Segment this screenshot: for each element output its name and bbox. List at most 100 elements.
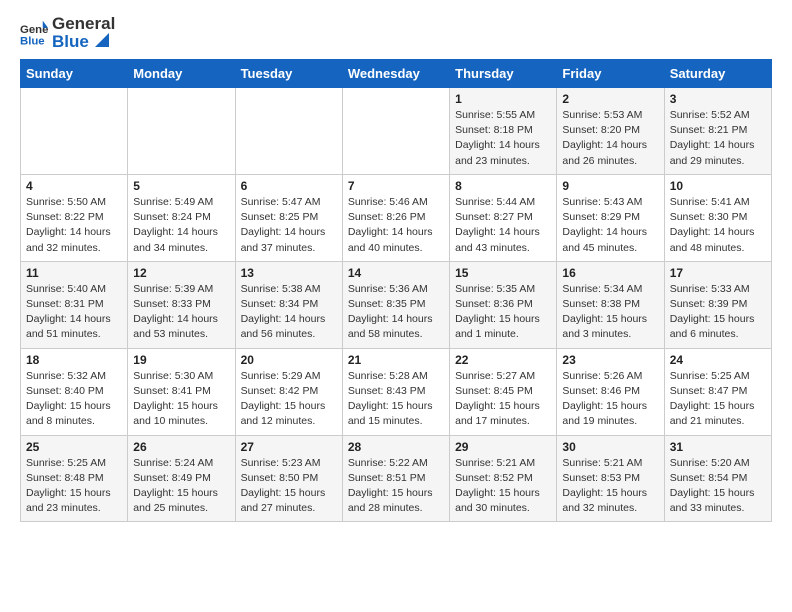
day-content: Sunrise: 5:55 AMSunset: 8:18 PMDaylight:… [455,108,551,169]
day-cell: 19 Sunrise: 5:30 AMSunset: 8:41 PMDayligh… [128,348,235,435]
week-row-1: 1 Sunrise: 5:55 AMSunset: 8:18 PMDaylight… [21,88,772,175]
day-cell: 27Sunrise: 5:23 AMSunset: 8:50 PMDayligh… [235,435,342,522]
day-number: 11 [26,266,122,280]
day-content: Sunrise: 5:43 AMSunset: 8:29 PMDaylight:… [562,195,658,256]
day-cell: 28 Sunrise: 5:22 AMSunset: 8:51 PMDayligh… [342,435,449,522]
day-number: 15 [455,266,551,280]
day-number: 21 [348,353,444,367]
day-content: Sunrise: 5:29 AMSunset: 8:42 PMDaylight:… [241,369,337,430]
day-content: Sunrise: 5:41 AMSunset: 8:30 PMDaylight:… [670,195,766,256]
day-content: Sunrise: 5:28 AMSunset: 8:43 PMDaylight:… [348,369,444,430]
day-cell: 18 Sunrise: 5:32 AMSunset: 8:40 PMDayligh… [21,348,128,435]
day-number: 1 [455,92,551,106]
day-content: Sunrise: 5:30 AMSunset: 8:41 PMDaylight:… [133,369,229,430]
day-number: 19 [133,353,229,367]
day-content: Sunrise: 5:34 AMSunset: 8:38 PMDaylight:… [562,282,658,343]
day-number: 6 [241,179,337,193]
week-row-4: 18 Sunrise: 5:32 AMSunset: 8:40 PMDayligh… [21,348,772,435]
day-content: Sunrise: 5:21 AMSunset: 8:52 PMDaylight:… [455,456,551,517]
day-content: Sunrise: 5:24 AMSunset: 8:49 PMDaylight:… [133,456,229,517]
day-cell: 17 Sunrise: 5:33 AMSunset: 8:39 PMDayligh… [664,261,771,348]
day-cell: 3 Sunrise: 5:52 AMSunset: 8:21 PMDaylight… [664,88,771,175]
day-content: Sunrise: 5:23 AMSunset: 8:50 PMDaylight:… [241,456,337,517]
logo-icon: General Blue [20,19,48,47]
weekday-header-thursday: Thursday [450,60,557,88]
day-content: Sunrise: 5:26 AMSunset: 8:46 PMDaylight:… [562,369,658,430]
day-number: 18 [26,353,122,367]
day-number: 30 [562,440,658,454]
day-number: 25 [26,440,122,454]
logo: General Blue General Blue [20,15,115,51]
day-content: Sunrise: 5:49 AMSunset: 8:24 PMDaylight:… [133,195,229,256]
day-content: Sunrise: 5:40 AMSunset: 8:31 PMDaylight:… [26,282,122,343]
day-cell: 16 Sunrise: 5:34 AMSunset: 8:38 PMDayligh… [557,261,664,348]
day-cell [21,88,128,175]
day-number: 14 [348,266,444,280]
day-cell: 12 Sunrise: 5:39 AMSunset: 8:33 PMDayligh… [128,261,235,348]
day-content: Sunrise: 5:50 AMSunset: 8:22 PMDaylight:… [26,195,122,256]
day-number: 3 [670,92,766,106]
day-number: 20 [241,353,337,367]
day-number: 10 [670,179,766,193]
day-cell: 7 Sunrise: 5:46 AMSunset: 8:26 PMDaylight… [342,174,449,261]
day-number: 13 [241,266,337,280]
day-content: Sunrise: 5:52 AMSunset: 8:21 PMDaylight:… [670,108,766,169]
day-number: 17 [670,266,766,280]
week-row-2: 4 Sunrise: 5:50 AMSunset: 8:22 PMDaylight… [21,174,772,261]
day-content: Sunrise: 5:22 AMSunset: 8:51 PMDaylight:… [348,456,444,517]
day-content: Sunrise: 5:21 AMSunset: 8:53 PMDaylight:… [562,456,658,517]
day-content: Sunrise: 5:20 AMSunset: 8:54 PMDaylight:… [670,456,766,517]
day-cell: 22 Sunrise: 5:27 AMSunset: 8:45 PMDayligh… [450,348,557,435]
day-number: 5 [133,179,229,193]
day-number: 2 [562,92,658,106]
day-content: Sunrise: 5:39 AMSunset: 8:33 PMDaylight:… [133,282,229,343]
day-cell: 24Sunrise: 5:25 AMSunset: 8:47 PMDayligh… [664,348,771,435]
day-cell: 9 Sunrise: 5:43 AMSunset: 8:29 PMDaylight… [557,174,664,261]
calendar-table: SundayMondayTuesdayWednesdayThursdayFrid… [20,59,772,522]
day-cell: 29Sunrise: 5:21 AMSunset: 8:52 PMDayligh… [450,435,557,522]
weekday-header-saturday: Saturday [664,60,771,88]
day-content: Sunrise: 5:35 AMSunset: 8:36 PMDaylight:… [455,282,551,343]
day-number: 4 [26,179,122,193]
day-cell: 8Sunrise: 5:44 AMSunset: 8:27 PMDaylight… [450,174,557,261]
day-cell: 13Sunrise: 5:38 AMSunset: 8:34 PMDayligh… [235,261,342,348]
day-cell: 4 Sunrise: 5:50 AMSunset: 8:22 PMDaylight… [21,174,128,261]
day-number: 7 [348,179,444,193]
svg-text:Blue: Blue [20,35,45,47]
day-cell: 2 Sunrise: 5:53 AMSunset: 8:20 PMDaylight… [557,88,664,175]
day-cell: 25Sunrise: 5:25 AMSunset: 8:48 PMDayligh… [21,435,128,522]
day-number: 28 [348,440,444,454]
day-cell: 21 Sunrise: 5:28 AMSunset: 8:43 PMDayligh… [342,348,449,435]
day-number: 12 [133,266,229,280]
day-number: 9 [562,179,658,193]
day-cell [342,88,449,175]
week-row-5: 25Sunrise: 5:25 AMSunset: 8:48 PMDayligh… [21,435,772,522]
header: General Blue General Blue [20,15,772,51]
day-cell: 23 Sunrise: 5:26 AMSunset: 8:46 PMDayligh… [557,348,664,435]
page: General Blue General Blue [0,0,792,537]
day-cell: 1 Sunrise: 5:55 AMSunset: 8:18 PMDaylight… [450,88,557,175]
day-content: Sunrise: 5:25 AMSunset: 8:47 PMDaylight:… [670,369,766,430]
day-number: 23 [562,353,658,367]
day-cell: 20 Sunrise: 5:29 AMSunset: 8:42 PMDayligh… [235,348,342,435]
day-number: 26 [133,440,229,454]
day-content: Sunrise: 5:33 AMSunset: 8:39 PMDaylight:… [670,282,766,343]
day-cell: 31 Sunrise: 5:20 AMSunset: 8:54 PMDayligh… [664,435,771,522]
day-content: Sunrise: 5:32 AMSunset: 8:40 PMDaylight:… [26,369,122,430]
day-cell: 5 Sunrise: 5:49 AMSunset: 8:24 PMDaylight… [128,174,235,261]
weekday-header-tuesday: Tuesday [235,60,342,88]
day-content: Sunrise: 5:53 AMSunset: 8:20 PMDaylight:… [562,108,658,169]
day-number: 22 [455,353,551,367]
day-content: Sunrise: 5:27 AMSunset: 8:45 PMDaylight:… [455,369,551,430]
day-cell: 15 Sunrise: 5:35 AMSunset: 8:36 PMDayligh… [450,261,557,348]
day-cell: 26 Sunrise: 5:24 AMSunset: 8:49 PMDayligh… [128,435,235,522]
day-cell: 14Sunrise: 5:36 AMSunset: 8:35 PMDayligh… [342,261,449,348]
weekday-header-row: SundayMondayTuesdayWednesdayThursdayFrid… [21,60,772,88]
day-content: Sunrise: 5:44 AMSunset: 8:27 PMDaylight:… [455,195,551,256]
day-number: 16 [562,266,658,280]
day-cell [235,88,342,175]
day-cell: 30 Sunrise: 5:21 AMSunset: 8:53 PMDayligh… [557,435,664,522]
weekday-header-sunday: Sunday [21,60,128,88]
day-content: Sunrise: 5:46 AMSunset: 8:26 PMDaylight:… [348,195,444,256]
day-number: 31 [670,440,766,454]
